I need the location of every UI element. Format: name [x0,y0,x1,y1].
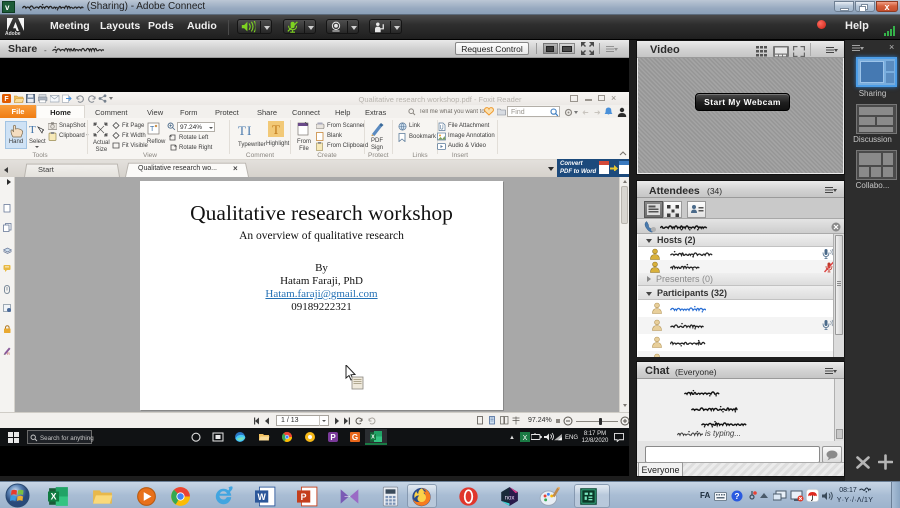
svg-text:?: ? [734,491,739,501]
svg-text:T: T [272,122,280,136]
svg-text:X: X [371,435,375,441]
svg-text:X: X [51,491,57,501]
svg-text:R: R [7,351,10,356]
svg-text:I: I [247,123,251,137]
svg-text:X: X [523,435,528,442]
svg-text:P: P [330,433,336,442]
svg-text:W: W [257,492,266,502]
svg-text:G: G [352,433,358,442]
svg-text:T: T [150,126,155,133]
svg-text:T: T [29,124,36,135]
svg-text:nox: nox [505,495,515,501]
svg-text:T: T [238,123,246,137]
svg-text:P: P [301,492,307,502]
svg-text:F: F [4,96,9,103]
